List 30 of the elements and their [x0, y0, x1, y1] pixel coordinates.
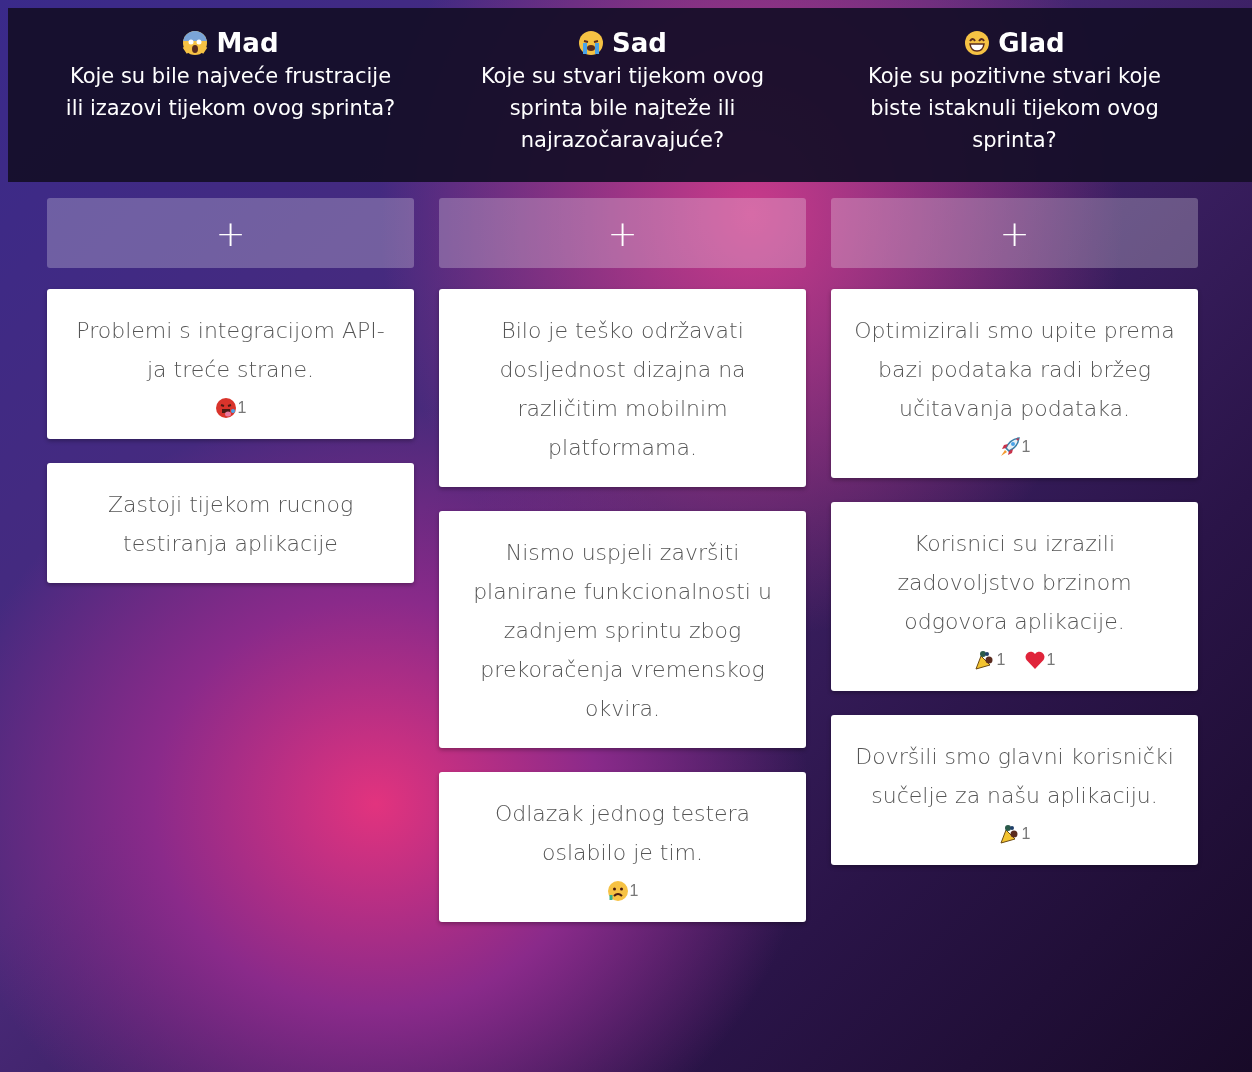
- column-question: Koje su pozitivne stvari koje biste istaknuli tijekom ovog sprinta?: [867, 63, 1162, 154]
- column-title: Sad: [612, 28, 667, 58]
- rocket-icon: [998, 436, 1021, 458]
- card-text: Dovršili smo glavni korisnički sučelje za našu aplikaciju.: [854, 743, 1175, 810]
- reaction-button[interactable]: 1: [606, 880, 639, 902]
- card-text: Zastoji tijekom rucnog testiranja aplikacije: [106, 491, 355, 558]
- reaction-button[interactable]: 1: [998, 823, 1031, 845]
- column-title: Glad: [998, 28, 1065, 58]
- sick-face-icon: [214, 397, 237, 419]
- reaction-button[interactable]: 1: [998, 436, 1031, 458]
- column-question: Koje su stvari tijekom ovog sprinta bile najteže ili najrazočaravajuće?: [479, 63, 766, 154]
- heart-icon: [1023, 649, 1046, 671]
- grinning-face-icon: [964, 30, 991, 56]
- reaction-button[interactable]: 1: [973, 649, 1006, 671]
- crying-face-icon: [578, 30, 605, 56]
- sad-face-icon: [606, 880, 629, 902]
- column-question: Koje su bile najveće frustracije ili izazovi tijekom ovog sprinta?: [64, 63, 397, 122]
- reaction-button[interactable]: 1: [214, 397, 247, 419]
- card-text: Korisnici su izrazili zadovoljstvo brzinom odgovora aplikacije.: [896, 530, 1133, 636]
- card-text: Problemi s integracijom API-ja treće strane.: [75, 317, 386, 384]
- card-text: Optimizirali smo upite prema bazi podataka radi bržeg učitavanja podataka.: [853, 317, 1176, 423]
- card-text: Bilo je teško održavati dosljednost dizajna na različitim mobilnim platformama.: [498, 317, 747, 462]
- reaction-button[interactable]: 1: [1023, 649, 1056, 671]
- add-card-button[interactable]: +: [439, 198, 806, 268]
- card-text: Nismo uspjeli završiti planirane funkcionalnosti u zadnjem sprintu zbog prekoračenja vremenskog okvira.: [472, 539, 773, 723]
- screaming-face-icon: [182, 30, 209, 56]
- column-title: Mad: [216, 28, 279, 58]
- add-card-button[interactable]: +: [831, 198, 1198, 268]
- add-card-button[interactable]: +: [47, 198, 414, 268]
- card-text: Odlazak jednog testera oslabilo je tim.: [493, 800, 752, 867]
